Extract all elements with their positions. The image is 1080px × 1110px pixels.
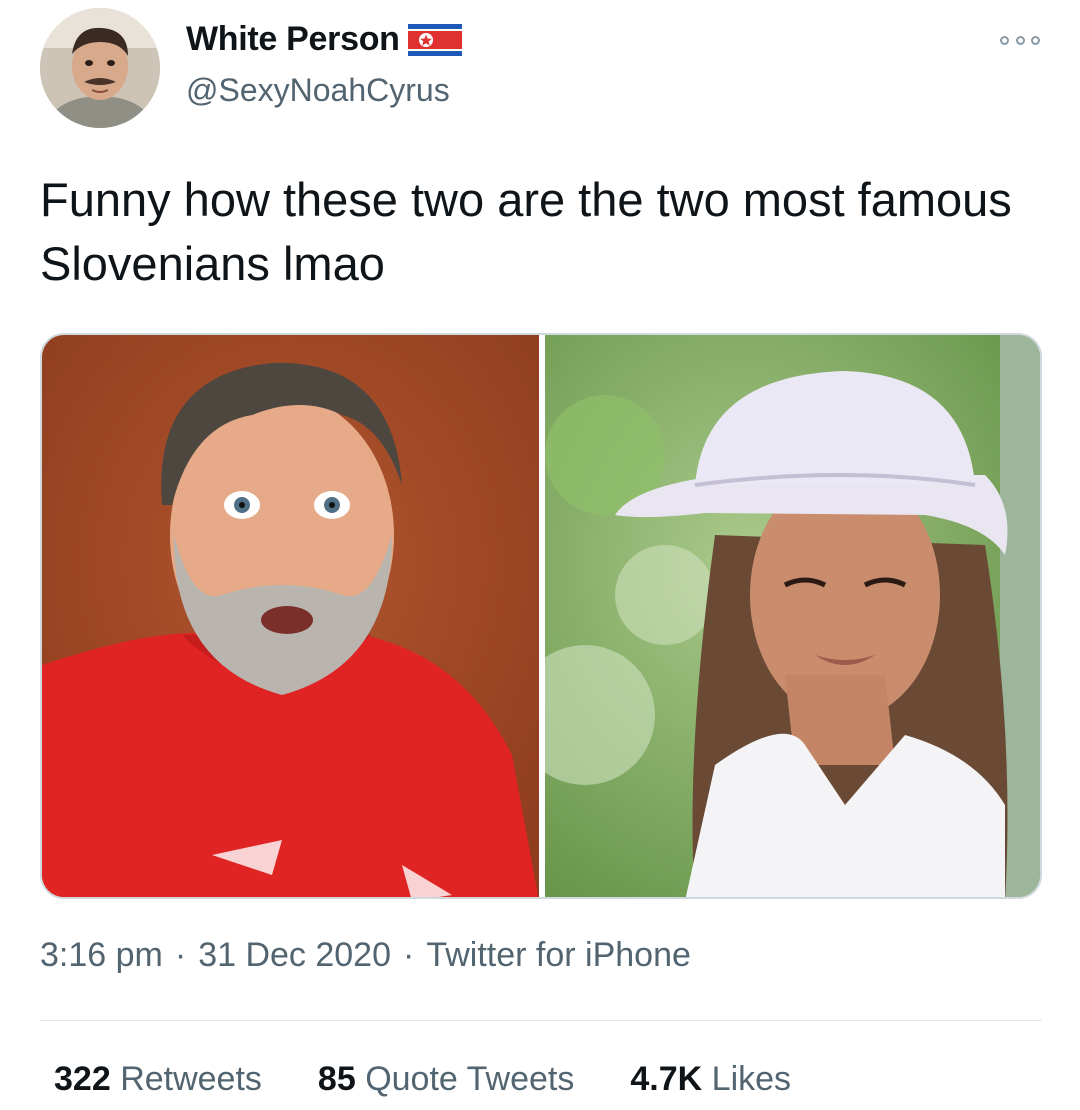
avatar[interactable] (40, 8, 160, 128)
display-name[interactable]: White Person (186, 20, 462, 59)
meta-separator: · (174, 936, 187, 974)
tweet-stats: 322 Retweets 85 Quote Tweets 4.7K Likes (54, 1060, 791, 1099)
tweet-source[interactable]: Twitter for iPhone (426, 936, 691, 974)
quote-tweets-stat[interactable]: 85 Quote Tweets (318, 1060, 574, 1099)
more-options-icon[interactable] (1000, 30, 1040, 50)
likes-label: Likes (711, 1060, 792, 1098)
tweet-media[interactable] (40, 333, 1042, 899)
flag-icon (407, 23, 462, 56)
dot (1031, 35, 1040, 45)
dot (1000, 35, 1009, 45)
photo-left[interactable] (42, 335, 539, 897)
retweets-count: 322 (54, 1060, 111, 1098)
photo-right[interactable] (545, 335, 1040, 897)
likes-count: 4.7K (630, 1060, 703, 1098)
tweet-meta: 3:16 pm · 31 Dec 2020 · Twitter for iPhone (40, 936, 691, 975)
quote-tweets-label: Quote Tweets (365, 1060, 575, 1098)
user-handle[interactable]: @SexyNoahCyrus (186, 72, 450, 109)
tweet-time[interactable]: 3:16 pm (40, 936, 163, 974)
divider (40, 1020, 1042, 1021)
tweet-text: Funny how these two are the two most fam… (40, 173, 1012, 290)
quote-tweets-count: 85 (317, 1060, 356, 1098)
display-name-text[interactable]: White Person (186, 20, 400, 59)
likes-stat[interactable]: 4.7K Likes (630, 1060, 791, 1099)
retweets-stat[interactable]: 322 Retweets (54, 1060, 262, 1099)
retweets-label: Retweets (120, 1060, 262, 1098)
meta-separator: · (403, 936, 415, 974)
tweet-date[interactable]: 31 Dec 2020 (198, 936, 391, 974)
dot (1015, 35, 1025, 45)
